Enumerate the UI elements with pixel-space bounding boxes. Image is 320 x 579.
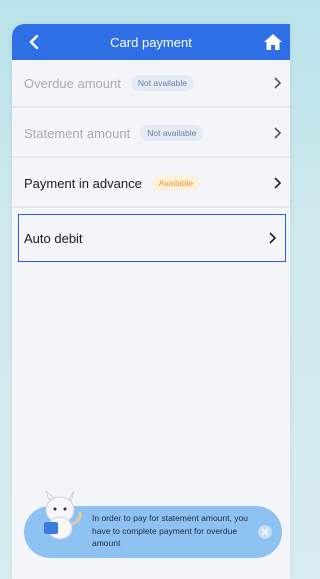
page-title: Card payment: [110, 34, 192, 50]
toast-close-button[interactable]: [258, 525, 272, 539]
status-badge: Not available: [140, 125, 204, 141]
menu-item-label: Auto debit: [24, 230, 83, 246]
status-badge: Available: [151, 175, 201, 191]
chevron-right-icon: [274, 127, 282, 139]
back-chevron-icon: [29, 35, 39, 49]
menu-item-auto-debit[interactable]: Auto debit: [18, 214, 286, 262]
menu-item-overdue-amount[interactable]: Overdue amount Not available: [12, 60, 290, 108]
menu-item-label: Statement amount: [24, 125, 131, 141]
close-icon: [261, 528, 269, 536]
status-badge: Not available: [130, 75, 194, 91]
toast-message: In order to pay for statement amount, yo…: [92, 513, 248, 548]
menu-item-payment-in-advance[interactable]: Payment in advance Available: [12, 160, 290, 208]
back-button[interactable]: [24, 32, 44, 52]
chevron-right-icon: [274, 177, 282, 189]
home-icon: [264, 34, 282, 50]
menu-item-label: Overdue amount: [24, 75, 121, 91]
mascot-icon: [44, 490, 82, 540]
home-button[interactable]: [262, 31, 284, 53]
header-bar: Card payment: [12, 24, 290, 60]
menu-item-statement-amount[interactable]: Statement amount Not available: [12, 110, 290, 158]
chevron-right-icon: [269, 232, 277, 244]
chevron-right-icon: [274, 77, 282, 89]
menu-item-label: Payment in advance: [24, 175, 142, 191]
